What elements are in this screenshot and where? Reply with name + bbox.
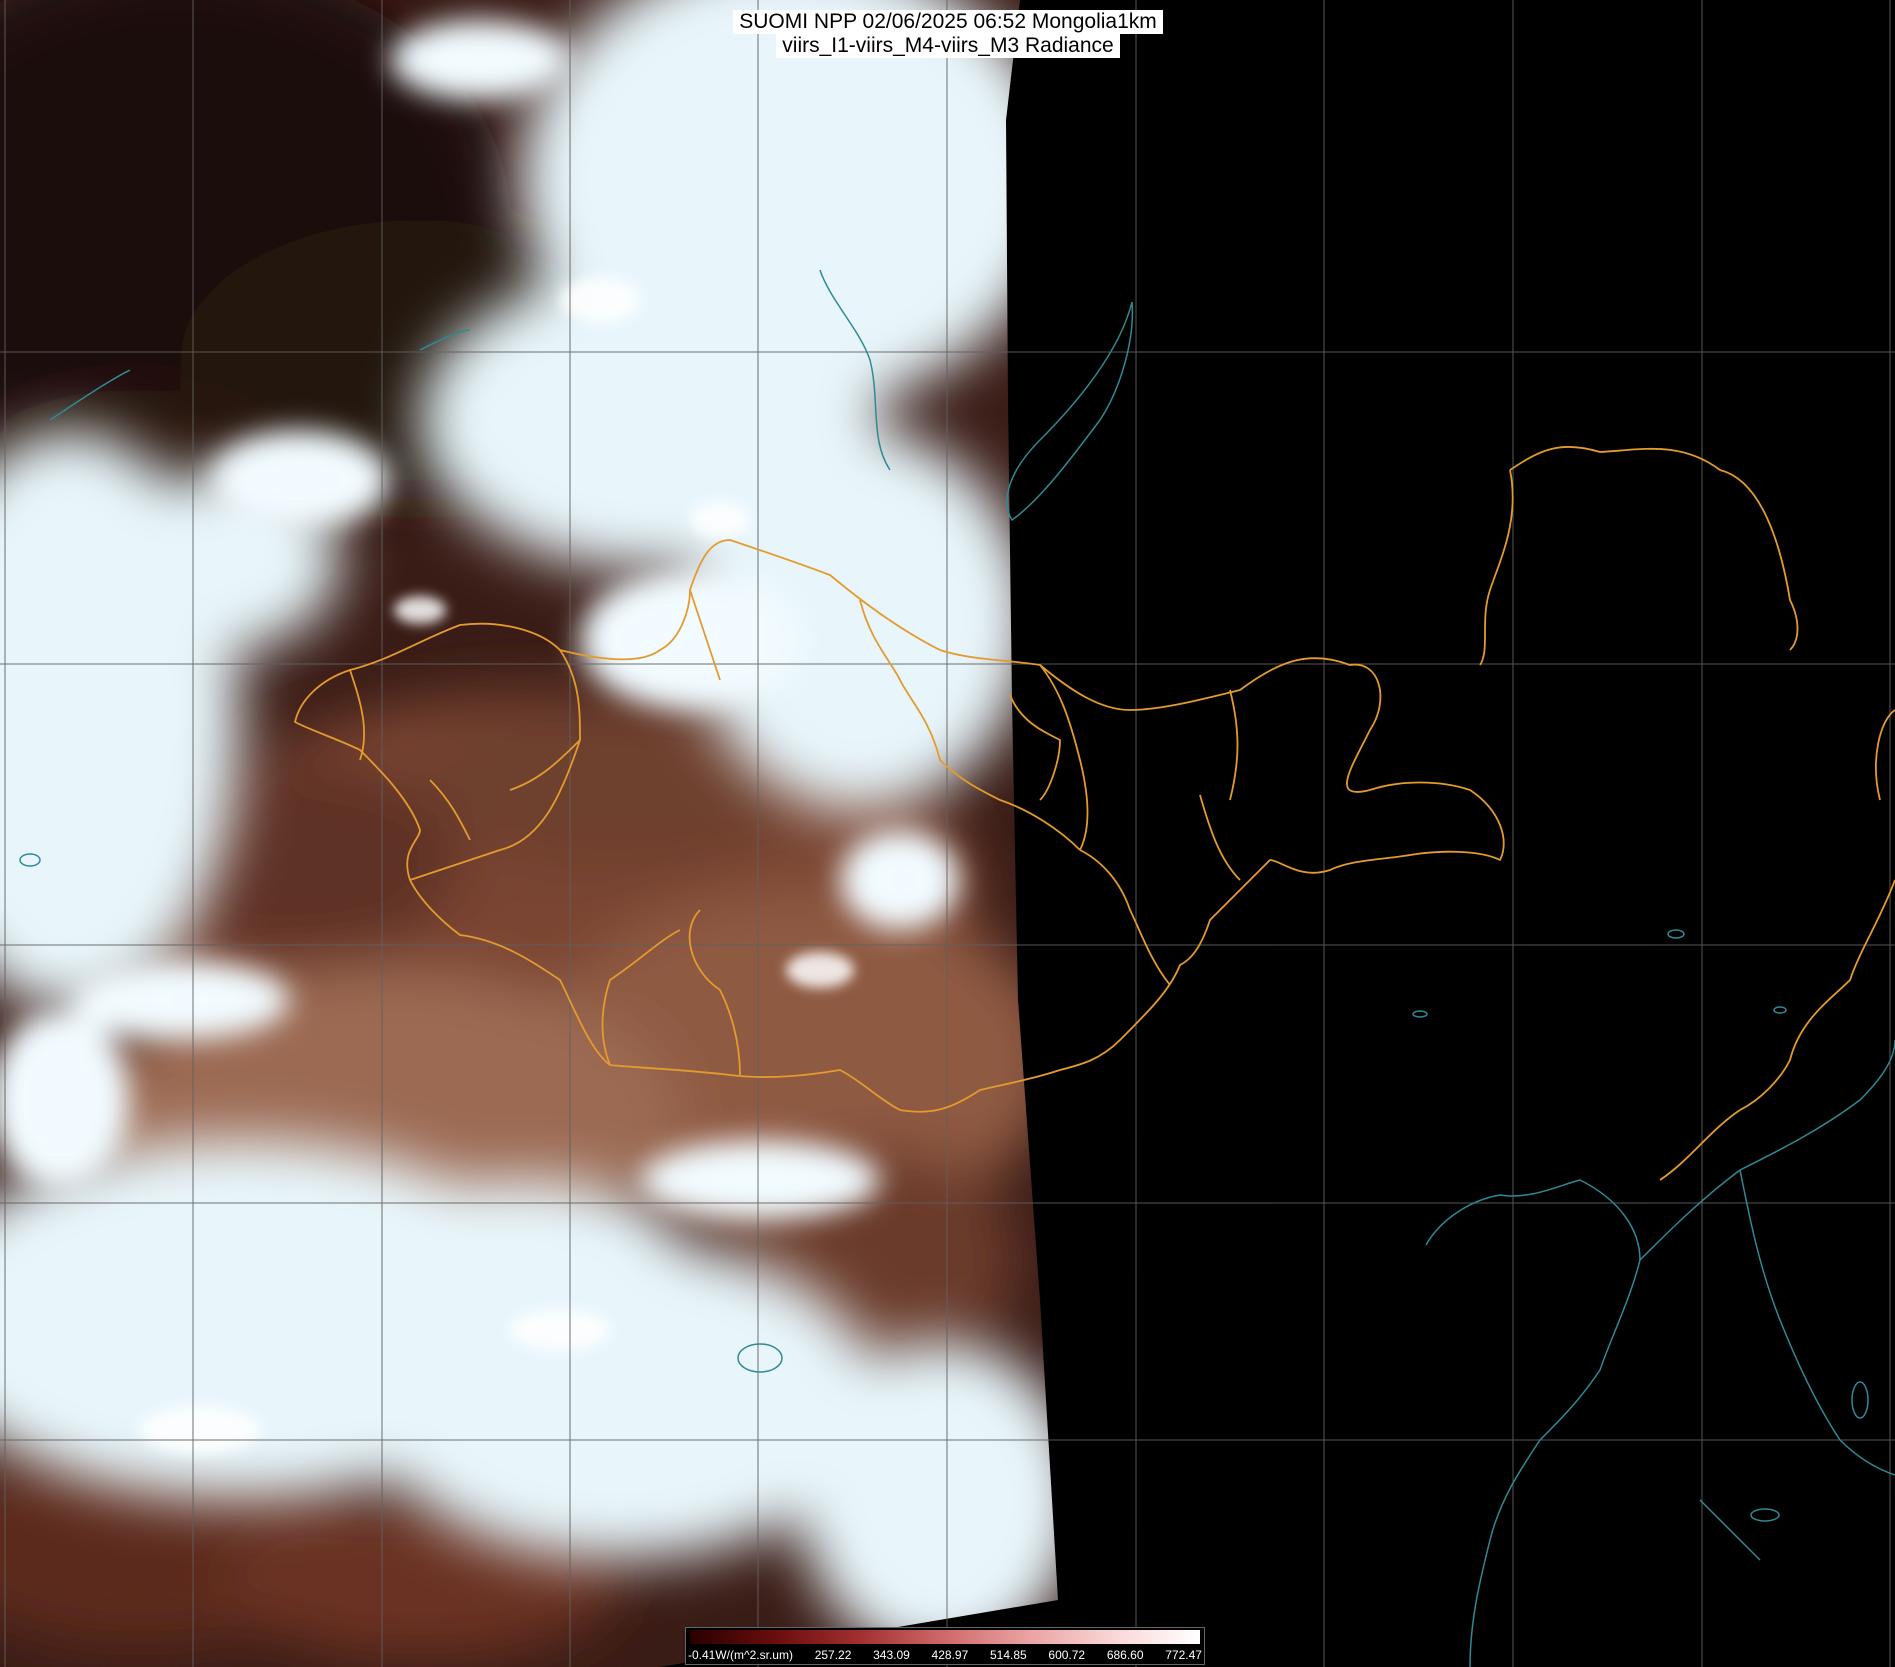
title-line-2: viirs_I1-viirs_M4-viirs_M3 Radiance [776, 34, 1120, 58]
colorbar-label: 257.22 [814, 1648, 852, 1662]
daylight-swath [0, 0, 1058, 1667]
colorbar: -0.41W/(m^2.sr.um) 257.22 343.09 428.97 … [685, 1627, 1205, 1665]
image-title: SUOMI NPP 02/06/2025 06:52 Mongolia1km v… [704, 10, 1192, 58]
colorbar-label: 772.47 [1165, 1648, 1202, 1662]
colorbar-label: 428.97 [931, 1648, 969, 1662]
colorbar-labels: -0.41W/(m^2.sr.um) 257.22 343.09 428.97 … [688, 1646, 1202, 1664]
colorbar-label: 686.60 [1106, 1648, 1144, 1662]
colorbar-label: 600.72 [1048, 1648, 1086, 1662]
colorbar-ramp [690, 1630, 1200, 1644]
title-line-1: SUOMI NPP 02/06/2025 06:52 Mongolia1km [733, 10, 1163, 34]
colorbar-label: 343.09 [873, 1648, 910, 1662]
satellite-image [0, 0, 1895, 1667]
colorbar-label: -0.41W/(m^2.sr.um) [688, 1648, 793, 1662]
colorbar-label: 514.85 [989, 1648, 1027, 1662]
